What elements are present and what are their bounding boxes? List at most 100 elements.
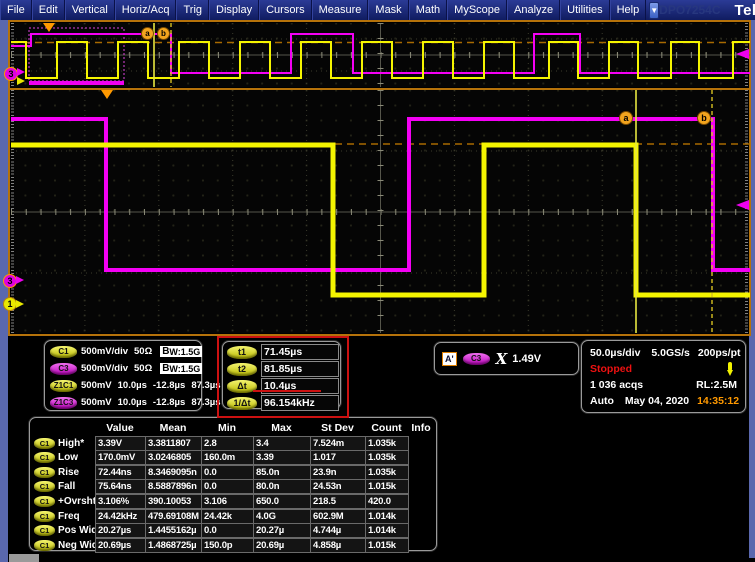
measurement-cell: 1.014k bbox=[365, 523, 409, 539]
measurement-cell: 24.53n bbox=[310, 479, 366, 495]
date-display: May 04, 2020 bbox=[624, 395, 690, 407]
zoom-graticule[interactable] bbox=[11, 90, 750, 333]
cursor-t2-badge[interactable]: t2 bbox=[227, 362, 257, 376]
zoom-1-channel-1-badge[interactable]: Z1C1 bbox=[50, 379, 77, 392]
measurement-cell: 1.015k bbox=[365, 537, 409, 553]
channel-1-bandwidth: BW:1.5G bbox=[160, 346, 203, 357]
measurement-name: Freq bbox=[58, 510, 80, 522]
measurement-rows: C1 High* 3.39V 3.3811807 2.8 3.4 7.524m 1.035k C… bbox=[33, 435, 435, 553]
trigger-position-icon[interactable] bbox=[43, 23, 55, 32]
trigger-readout-panel[interactable]: A' C3 X 1.49V bbox=[434, 342, 579, 375]
measurement-cell: 3.39V bbox=[95, 435, 146, 451]
measurement-cell: 20.27µ bbox=[253, 523, 311, 539]
measurement-cell: 4.0G bbox=[253, 508, 311, 524]
zoom-1-channel-1-readout[interactable]: Z1C1 500mV 10.0µs -12.8µs 87.3µs bbox=[50, 377, 221, 394]
zoom-1-channel-3-badge[interactable]: Z1C3 bbox=[50, 396, 77, 409]
measurement-channel-badge[interactable]: C1 bbox=[34, 466, 55, 478]
measurement-cell: 1.015k bbox=[365, 479, 409, 495]
measurement-cell bbox=[408, 539, 435, 552]
overview-graticule[interactable] bbox=[11, 23, 750, 87]
measurement-cell: 150.0p bbox=[201, 537, 254, 553]
z1c1-span: 87.3µs bbox=[191, 380, 221, 391]
menu-item-utilities[interactable]: Utilities bbox=[560, 0, 610, 20]
measurement-cell: 20.69µs bbox=[95, 537, 146, 553]
acquisition-count-row: 1 036 acqs RL:2.5M bbox=[590, 377, 737, 393]
menu-dropdown-button[interactable]: ▼ bbox=[649, 1, 660, 19]
zoom-channel-3-marker[interactable]: 3 bbox=[3, 274, 17, 288]
menu-item-analyze[interactable]: Analyze bbox=[507, 0, 561, 20]
measurement-cell: 390.10053 bbox=[145, 493, 202, 509]
cursor-a-badge[interactable]: a bbox=[141, 27, 154, 40]
acquisition-status: Stopped bbox=[590, 363, 632, 375]
menu-item-edit[interactable]: Edit bbox=[31, 0, 65, 20]
channel-3-marker[interactable]: 3 bbox=[4, 67, 18, 81]
measurement-cell: 24.42k bbox=[201, 508, 254, 524]
measurement-row-rise: C1 Rise 72.44ns 8.3469095n 0.0 85.0n 23.9n 1.03… bbox=[33, 464, 434, 480]
zoom-cursor-a-badge[interactable]: a bbox=[619, 111, 633, 125]
channel-3-readout[interactable]: C3 500mV/div 50Ω BW:1.5G bbox=[50, 360, 203, 377]
channel-readout-panel: C1 500mV/div 50Ω BW:1.5G C3 500mV/div 50… bbox=[44, 340, 221, 411]
zoom-trigger-position-icon[interactable] bbox=[101, 90, 113, 99]
menu-item-measure[interactable]: Measure bbox=[311, 0, 369, 20]
measurement-cell: 24.42kHz bbox=[95, 508, 146, 524]
measurement-label: C1 Pos Wid bbox=[33, 525, 97, 537]
menu-item-vertical[interactable]: Vertical bbox=[64, 0, 115, 20]
cursor-inverse-delta-t-badge[interactable]: 1/Δt bbox=[227, 396, 257, 410]
measurement-cell: 80.0n bbox=[253, 479, 311, 495]
measurement-cell: 3.0246805 bbox=[145, 450, 202, 466]
measurement-channel-badge[interactable]: C1 bbox=[34, 510, 55, 522]
measurement-channel-badge[interactable]: C1 bbox=[34, 539, 55, 551]
z1c3-scale: 500mV bbox=[81, 397, 112, 408]
sample-rate: 5.0GS/s bbox=[651, 347, 690, 359]
measurement-cell: 1.035k bbox=[365, 450, 409, 466]
measurement-name: Low bbox=[58, 452, 78, 464]
menu-item-file[interactable]: File bbox=[0, 0, 32, 20]
channel-1-badge[interactable]: C1 bbox=[50, 345, 77, 358]
measurement-cell: 85.0n bbox=[253, 464, 311, 480]
measurement-channel-badge[interactable]: C1 bbox=[34, 481, 55, 493]
measurement-cell bbox=[408, 510, 435, 523]
cursor-t1-value: 71.45µs bbox=[261, 344, 339, 360]
overview-waveform-window[interactable]: a b 3 bbox=[4, 23, 750, 87]
menu-item-cursors[interactable]: Cursors bbox=[259, 0, 312, 20]
menu-item-trig[interactable]: Trig bbox=[176, 0, 210, 20]
measurement-label: C1 Rise bbox=[33, 466, 95, 478]
menu-item-myscope[interactable]: MyScope bbox=[447, 0, 508, 20]
measurement-cell: 23.9n bbox=[310, 464, 366, 480]
cursor-inverse-delta-t-value: 96.154kHz bbox=[261, 395, 339, 411]
measurement-channel-badge[interactable]: C1 bbox=[34, 437, 55, 449]
trigger-source-badge[interactable]: C3 bbox=[462, 352, 490, 365]
zoom-cursor-b-badge[interactable]: b bbox=[697, 111, 711, 125]
zoom-channel-1-marker[interactable]: 1 bbox=[3, 297, 17, 311]
measurement-cell: 3.39 bbox=[253, 450, 311, 466]
measurement-row-neg-wid: C1 Neg Wid 20.69µs 1.4868725µ 150.0p 20.69µ 4.… bbox=[33, 537, 435, 553]
measurement-name: High* bbox=[58, 437, 85, 449]
menu-item-mask[interactable]: Mask bbox=[368, 0, 409, 20]
cursor-b-badge[interactable]: b bbox=[157, 27, 170, 40]
time-display: 14:35:12 bbox=[697, 395, 740, 407]
channel-3-badge[interactable]: C3 bbox=[50, 362, 77, 375]
menu-item-horiz-acq[interactable]: Horiz/Acq bbox=[114, 0, 177, 20]
menu-item-display[interactable]: Display bbox=[209, 0, 260, 20]
measurement-channel-badge[interactable]: C1 bbox=[34, 525, 55, 537]
measurement-cell: 650.0 bbox=[253, 493, 311, 509]
zoom-right-edge-arrow-icon bbox=[736, 200, 749, 210]
measurement-cell: 20.27µs bbox=[95, 523, 146, 539]
measurement-channel-badge[interactable]: C1 bbox=[34, 495, 55, 507]
menu-item-help[interactable]: Help bbox=[609, 0, 647, 20]
measurement-cell: 0.0 bbox=[201, 464, 254, 480]
measurement-cell bbox=[408, 437, 435, 450]
channel-1-readout[interactable]: C1 500mV/div 50Ω BW:1.5G bbox=[50, 343, 203, 360]
zoom-1-channel-3-readout[interactable]: Z1C3 500mV 10.0µs -12.8µs 87.3µs bbox=[50, 394, 221, 411]
measurement-row--ovrsht: C1 +Ovrsht 3.106% 390.10053 3.106 650.0 218.5 4… bbox=[33, 493, 434, 509]
menu-bar: File Edit Vertical Horiz/Acq Trig Display Curs… bbox=[0, 0, 755, 20]
measurement-label: C1 Freq bbox=[33, 510, 95, 522]
cursor-t1-badge[interactable]: t1 bbox=[227, 345, 257, 359]
menu-item-math[interactable]: Math bbox=[408, 0, 448, 20]
zoom-waveform-window[interactable]: a b 3 1 bbox=[3, 90, 750, 333]
measurement-channel-badge[interactable]: C1 bbox=[34, 452, 55, 464]
measurement-cell: 170.0mV bbox=[95, 450, 146, 466]
z1c3-time-scale: 10.0µs bbox=[117, 397, 147, 408]
measurement-cell: 420.0 bbox=[365, 493, 409, 509]
measurement-cell: 3.106% bbox=[95, 493, 146, 509]
